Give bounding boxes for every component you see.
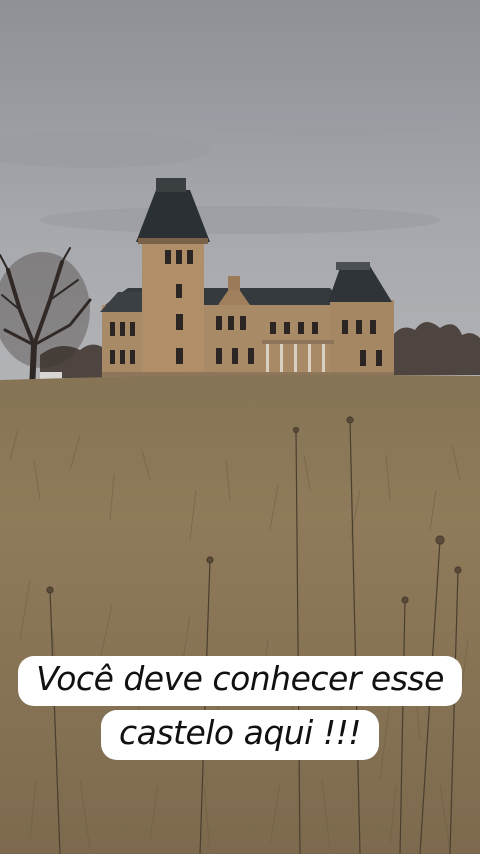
caption-text-1: Você deve conhecer esse [18,656,462,706]
grass-field [0,374,480,854]
caption-line-2: castelo aqui !!! [0,710,480,760]
caption-text-2: castelo aqui !!! [100,710,380,760]
caption-line-1: Você deve conhecer esse [0,656,480,706]
